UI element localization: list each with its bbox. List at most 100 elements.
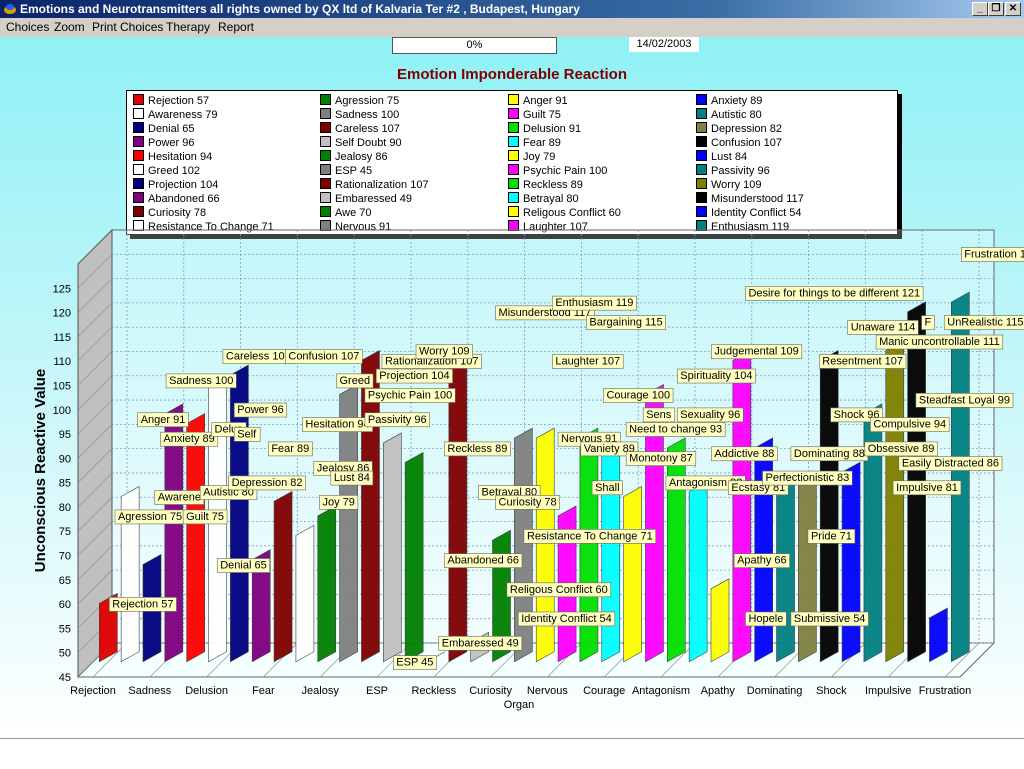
legend-swatch — [696, 192, 707, 203]
menu-print-choices[interactable]: Print Choices — [92, 20, 163, 34]
legend-label: Denial 65 — [148, 123, 195, 135]
legend-item: Anger 91 — [508, 94, 568, 107]
legend-label: Power 96 — [148, 137, 195, 149]
legend-item: Agression 75 — [320, 94, 399, 107]
legend-item: Power 96 — [133, 136, 194, 149]
legend-label: Rationalization 107 — [335, 179, 429, 191]
legend-swatch — [508, 94, 519, 105]
legend-item: Awareness 79 — [133, 108, 218, 121]
legend-swatch — [320, 164, 331, 175]
legend-label: Jealosy 86 — [335, 151, 388, 163]
legend-swatch — [133, 164, 144, 175]
legend-label: Worry 109 — [711, 179, 762, 191]
maximize-button[interactable]: ❐ — [988, 2, 1004, 16]
legend-label: ESP 45 — [335, 165, 373, 177]
legend-swatch — [696, 122, 707, 133]
legend-item: Awe 70 — [320, 206, 372, 219]
legend-label: Depression 82 — [711, 123, 782, 135]
legend-swatch — [133, 220, 144, 231]
legend-label: Joy 79 — [523, 151, 556, 163]
legend-item: Sadness 100 — [320, 108, 399, 121]
legend-item: Joy 79 — [508, 150, 555, 163]
legend-swatch — [320, 178, 331, 189]
legend-swatch — [320, 94, 331, 105]
legend-label: Religous Conflict 60 — [523, 207, 621, 219]
title-bar: Emotions and Neurotransmitters all right… — [0, 0, 1024, 18]
legend-item: Confusion 107 — [696, 136, 782, 149]
legend-label: Nervous 91 — [335, 221, 392, 233]
legend-item: Resistance To Change 71 — [133, 220, 274, 233]
legend-swatch — [696, 220, 707, 231]
legend-label: Self Doubt 90 — [335, 137, 402, 149]
legend-label: Resistance To Change 71 — [148, 221, 274, 233]
legend-item: Curiosity 78 — [133, 206, 206, 219]
legend-label: Confusion 107 — [711, 137, 782, 149]
legend-label: Sadness 100 — [335, 109, 400, 121]
legend-label: Enthusiasm 119 — [711, 221, 790, 233]
legend-item: Rejection 57 — [133, 94, 209, 107]
legend-swatch — [508, 108, 519, 119]
legend-item: Hesitation 94 — [133, 150, 212, 163]
progress-text: 0% — [466, 39, 483, 51]
legend-item: Laughter 107 — [508, 220, 588, 233]
legend-label: Awareness 79 — [148, 109, 218, 121]
legend-item: Greed 102 — [133, 164, 200, 177]
chart-title: Emotion Imponderable Reaction — [396, 66, 628, 83]
legend-item: Nervous 91 — [320, 220, 391, 233]
legend-label: Misunderstood 117 — [711, 193, 804, 205]
legend-item: Enthusiasm 119 — [696, 220, 789, 233]
legend-swatch — [508, 122, 519, 133]
legend-swatch — [133, 122, 144, 133]
legend-label: Autistic 80 — [711, 109, 762, 121]
legend-swatch — [133, 192, 144, 203]
date-display: 14/02/2003 — [629, 37, 699, 52]
legend-item: Guilt 75 — [508, 108, 561, 121]
legend-label: Lust 84 — [711, 151, 748, 163]
legend-swatch — [508, 136, 519, 147]
legend-item: Reckless 89 — [508, 178, 583, 191]
legend-item: ESP 45 — [320, 164, 372, 177]
legend-item: Betrayal 80 — [508, 192, 579, 205]
menu-zoom[interactable]: Zoom — [54, 20, 85, 34]
minimize-button[interactable]: _ — [972, 2, 988, 16]
legend-swatch — [696, 164, 707, 175]
legend-swatch — [508, 206, 519, 217]
chart-legend: Rejection 57 Awareness 79 Denial 65 Power 9… — [126, 90, 898, 235]
menu-report[interactable]: Report — [218, 20, 254, 34]
legend-swatch — [133, 136, 144, 147]
legend-label: Anger 91 — [523, 95, 568, 107]
legend-label: Guilt 75 — [523, 109, 561, 121]
close-button[interactable]: ✕ — [1005, 2, 1021, 16]
legend-swatch — [696, 94, 707, 105]
legend-item: Depression 82 — [696, 122, 782, 135]
legend-item: Delusion 91 — [508, 122, 581, 135]
window-title: Emotions and Neurotransmitters all right… — [20, 2, 580, 16]
app-icon — [4, 4, 16, 14]
legend-item: Self Doubt 90 — [320, 136, 402, 149]
legend-label: Careless 107 — [335, 123, 400, 135]
legend-label: Curiosity 78 — [148, 207, 207, 219]
legend-label: Awe 70 — [335, 207, 372, 219]
legend-swatch — [133, 108, 144, 119]
legend-swatch — [320, 150, 331, 161]
legend-item: Denial 65 — [133, 122, 194, 135]
legend-item: Misunderstood 117 — [696, 192, 804, 205]
legend-label: Agression 75 — [335, 95, 400, 107]
legend-label: Reckless 89 — [523, 179, 583, 191]
legend-swatch — [696, 108, 707, 119]
legend-item: Embaressed 49 — [320, 192, 412, 205]
legend-swatch — [320, 220, 331, 231]
menu-therapy[interactable]: Therapy — [166, 20, 210, 34]
legend-swatch — [133, 178, 144, 189]
legend-swatch — [320, 108, 331, 119]
menu-choices[interactable]: Choices — [6, 20, 49, 34]
progress-bar: 0% — [392, 37, 557, 54]
legend-label: Projection 104 — [148, 179, 219, 191]
legend-item: Religous Conflict 60 — [508, 206, 621, 219]
legend-swatch — [320, 122, 331, 133]
legend-item: Jealosy 86 — [320, 150, 388, 163]
legend-swatch — [508, 150, 519, 161]
legend-item: Psychic Pain 100 — [508, 164, 607, 177]
legend-label: Fear 89 — [523, 137, 561, 149]
menu-bar: Choices Zoom Print Choices Therapy Repor… — [0, 18, 1024, 37]
